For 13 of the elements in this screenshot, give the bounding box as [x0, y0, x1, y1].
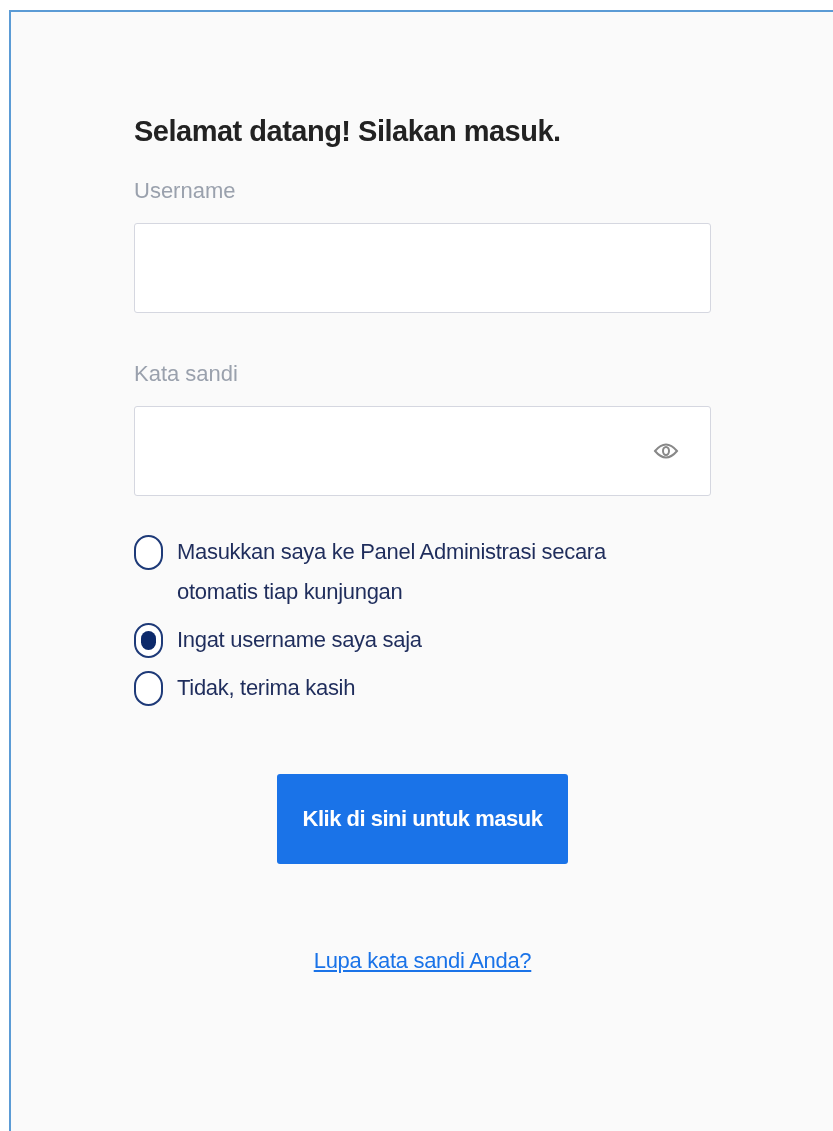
forgot-password-link[interactable]: Lupa kata sandi Anda? [313, 943, 532, 977]
field-label: Username [134, 176, 236, 205]
radio-label[interactable]: Masukkan saya ke Panel Administrasi secara otomatis tiap kunjungan [177, 531, 677, 612]
radio-button[interactable] [134, 622, 163, 658]
login-button[interactable]: Klik di sini untuk masuk [277, 773, 568, 864]
radio-button[interactable] [134, 670, 163, 706]
username-field[interactable] [134, 222, 711, 313]
password-field[interactable] [134, 405, 711, 496]
field-label: Kata sandi [134, 359, 238, 388]
radio-label[interactable]: Tidak, terima kasih [177, 667, 356, 708]
radio-button[interactable] [134, 534, 163, 570]
welcome-heading: Selamat datang! Silakan masuk. [134, 114, 561, 149]
radio-label[interactable]: Ingat username saya saja [177, 619, 422, 660]
